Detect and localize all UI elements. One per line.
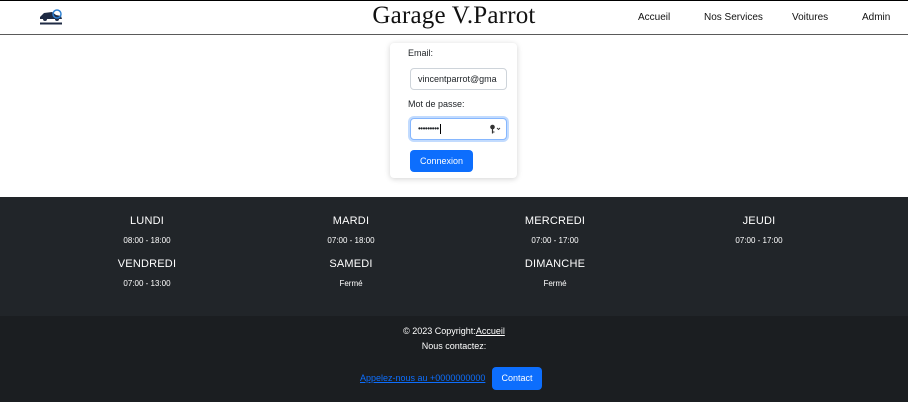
nav-voitures[interactable]: Voitures bbox=[792, 12, 828, 23]
garage-logo[interactable] bbox=[38, 8, 64, 26]
car-logo-icon bbox=[40, 9, 62, 25]
contact-label: Nous contactez: bbox=[421, 341, 487, 351]
time-mercredi: 07:00 - 17:00 bbox=[531, 236, 579, 245]
email-label: Email: bbox=[408, 48, 434, 58]
password-field[interactable]: ••••••••• bbox=[410, 118, 507, 140]
password-key-icon[interactable] bbox=[489, 124, 501, 134]
time-mardi: 07:00 - 18:00 bbox=[327, 236, 375, 245]
day-lundi: LUNDI bbox=[129, 215, 164, 227]
password-label: Mot de passe: bbox=[408, 99, 465, 109]
nav-accueil[interactable]: Accueil bbox=[638, 12, 670, 23]
nav-nos-services[interactable]: Nos Services bbox=[704, 12, 763, 23]
nav-admin[interactable]: Admin bbox=[862, 12, 890, 23]
day-jeudi: JEUDI bbox=[742, 215, 776, 227]
connexion-button[interactable]: Connexion bbox=[410, 150, 473, 172]
time-samedi: Fermé bbox=[339, 279, 363, 288]
footer: © 2023 Copyright:Accueil Nous contactez:… bbox=[0, 316, 908, 402]
time-dimanche: Fermé bbox=[543, 279, 567, 288]
password-value: ••••••••• bbox=[418, 124, 439, 133]
day-mardi: MARDI bbox=[332, 215, 370, 227]
email-field[interactable]: vincentparrot@gma bbox=[410, 68, 507, 90]
email-value: vincentparrot@gma bbox=[418, 74, 497, 84]
opening-hours: LUNDI 08:00 - 18:00 MARDI 07:00 - 18:00 … bbox=[0, 197, 908, 316]
site-title: Garage V.Parrot bbox=[0, 2, 908, 30]
login-card: Email: vincentparrot@gma Mot de passe: •… bbox=[390, 43, 517, 178]
text-cursor bbox=[439, 123, 441, 134]
day-samedi: SAMEDI bbox=[329, 258, 373, 270]
time-lundi: 08:00 - 18:00 bbox=[123, 236, 171, 245]
day-mercredi: MERCREDI bbox=[524, 215, 586, 227]
copyright-text: © 2023 Copyright: bbox=[403, 326, 476, 336]
header: Garage V.Parrot Accueil Nos Services Voi… bbox=[0, 0, 908, 35]
contact-button[interactable]: Contact bbox=[492, 367, 542, 390]
phone-link[interactable]: Appelez-nous au +0000000000 bbox=[360, 373, 485, 383]
time-jeudi: 07:00 - 17:00 bbox=[735, 236, 783, 245]
copyright: © 2023 Copyright:Accueil bbox=[0, 326, 908, 336]
time-vendredi: 07:00 - 13:00 bbox=[123, 279, 171, 288]
copyright-home-link[interactable]: Accueil bbox=[476, 326, 505, 336]
day-dimanche: DIMANCHE bbox=[524, 258, 586, 270]
day-vendredi: VENDREDI bbox=[117, 258, 177, 270]
site-title-text: Garage V.Parrot bbox=[372, 2, 536, 29]
